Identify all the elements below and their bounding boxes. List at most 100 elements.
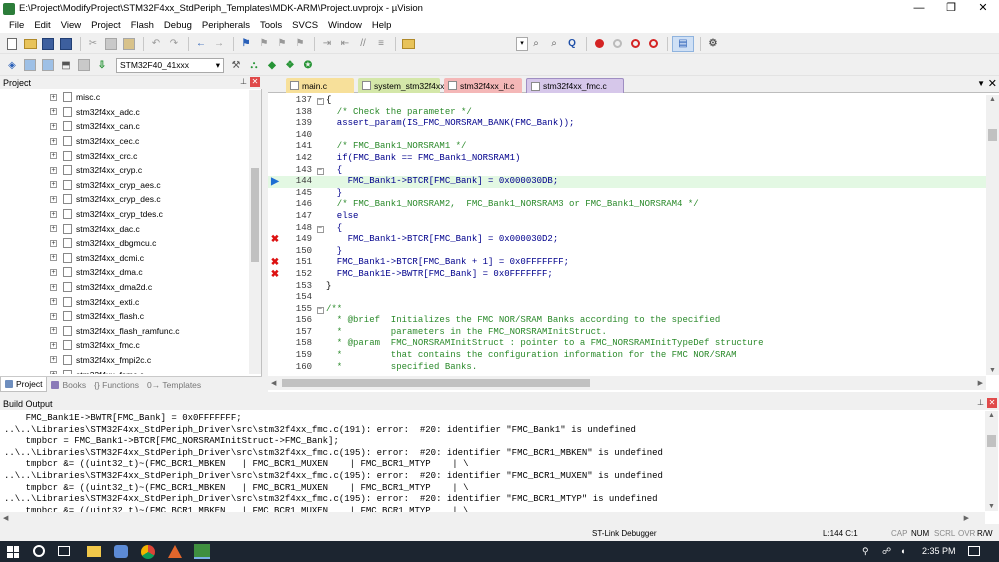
close-tab-icon[interactable]: ✕ <box>988 77 997 90</box>
tree-file-item[interactable]: + stm32f4xx_fmc.c <box>0 338 248 353</box>
kill-all-breakpoints-button[interactable] <box>645 36 661 52</box>
tree-file-item[interactable]: + stm32f4xx_dma2d.c <box>0 280 248 295</box>
tab-list-dropdown-icon[interactable]: ▼ <box>977 79 985 88</box>
tree-file-item[interactable]: + stm32f4xx_crc.c <box>0 148 248 163</box>
close-window-button[interactable]: ✕ <box>967 0 999 17</box>
tree-file-item[interactable]: + stm32f4xx_dbgmcu.c <box>0 236 248 251</box>
network-icon[interactable]: ☍ <box>882 546 891 557</box>
code-line[interactable]: 143− { <box>268 165 986 177</box>
menu-project[interactable]: Project <box>86 20 126 31</box>
indent-button[interactable]: ⇥ <box>319 36 335 52</box>
taskbar-app2-icon[interactable] <box>168 545 182 558</box>
tree-file-item[interactable]: + stm32f4xx_cec.c <box>0 134 248 149</box>
insert-breakpoint-button[interactable] <box>591 36 607 52</box>
scrollbar-thumb[interactable] <box>282 379 590 387</box>
clear-bookmarks-button[interactable]: ⚑ <box>292 36 308 52</box>
tree-file-item[interactable]: + stm32f4xx_cryp_des.c <box>0 192 248 207</box>
tab-system-stm32f4xx-c[interactable]: system_stm32f4xx.c <box>358 78 451 93</box>
copy-button[interactable] <box>103 36 119 52</box>
run-time-env-button[interactable]: ❖ <box>282 57 298 73</box>
tab-books[interactable]: Books <box>47 377 90 392</box>
scroll-down-icon[interactable]: ▼ <box>989 367 996 374</box>
expand-icon[interactable]: + <box>50 108 57 116</box>
build-button[interactable] <box>22 57 38 73</box>
window-layout-button[interactable]: ▤ <box>672 35 694 52</box>
fold-toggle-icon[interactable]: − <box>316 225 324 233</box>
code-line[interactable]: 142 if(FMC_Bank == FMC_Bank1_NORSRAM1) <box>268 153 986 165</box>
tree-file-item[interactable]: + stm32f4xx_flash.c <box>0 309 248 324</box>
cut-button[interactable]: ✂ <box>85 36 101 52</box>
expand-icon[interactable]: + <box>50 298 57 306</box>
translate-button[interactable]: ◈ <box>4 57 20 73</box>
fold-toggle-icon[interactable]: − <box>316 167 324 175</box>
new-file-button[interactable] <box>4 36 20 52</box>
scroll-down-icon[interactable]: ▼ <box>988 503 995 510</box>
code-line[interactable]: ✖ 149 FMC_Bank1->BTCR[FMC_Bank] = 0x00003… <box>268 234 986 246</box>
code-line[interactable]: 146 /* FMC_Bank1_NORSRAM2, FMC_Bank1_NOR… <box>268 199 986 211</box>
tree-file-item[interactable]: + stm32f4xx_can.c <box>0 119 248 134</box>
tab-stm32f4xx-it-c[interactable]: stm32f4xx_it.c <box>444 78 522 93</box>
tree-file-item[interactable]: + stm32f4xx_dma.c <box>0 265 248 280</box>
save-button[interactable] <box>40 36 56 52</box>
expand-icon[interactable]: + <box>50 225 57 233</box>
code-line[interactable]: 155−/** <box>268 304 986 316</box>
find-button[interactable]: ⌕ <box>528 36 544 52</box>
bookmark-button[interactable]: ⚑ <box>238 36 254 52</box>
clock[interactable]: 2:35 PM <box>922 546 956 556</box>
error-marker-icon[interactable]: ✖ <box>268 234 282 246</box>
code-line[interactable]: 139 assert_param(IS_FMC_NORSRAM_BANK(FMC… <box>268 118 986 130</box>
close-icon[interactable]: ✕ <box>250 77 260 87</box>
tab-templates[interactable]: 0→ Templates <box>143 377 205 392</box>
download-button[interactable]: ⇩ <box>94 57 110 73</box>
scroll-up-icon[interactable]: ▲ <box>989 96 996 103</box>
comment-button[interactable]: // <box>355 36 371 52</box>
menu-peripherals[interactable]: Peripherals <box>197 20 255 31</box>
search-icon[interactable] <box>33 545 45 557</box>
scrollbar-thumb[interactable] <box>251 168 259 262</box>
code-line[interactable]: 158 * @param FMC_NORSRAMInitStruct : poi… <box>268 338 986 350</box>
tree-file-item[interactable]: + stm32f4xx_cryp.c <box>0 163 248 178</box>
menu-window[interactable]: Window <box>323 20 367 31</box>
target-options-button[interactable]: ⚒ <box>228 57 244 73</box>
configure-button[interactable]: ⚙ <box>705 36 721 52</box>
expand-icon[interactable]: + <box>50 283 57 291</box>
code-line[interactable]: 156 * @brief Initializes the FMC NOR/SRA… <box>268 315 986 327</box>
debug-session-button[interactable]: Q <box>564 36 580 52</box>
incremental-find-button[interactable]: ⌕ <box>546 36 562 52</box>
paste-button[interactable] <box>121 36 137 52</box>
error-marker-icon[interactable]: ✖ <box>268 257 282 269</box>
expand-icon[interactable]: + <box>50 327 57 335</box>
code-line[interactable]: 157 * parameters in the FMC_NORSRAMInitS… <box>268 327 986 339</box>
navigate-back-button[interactable]: ← <box>193 36 209 52</box>
expand-icon[interactable]: + <box>50 356 57 364</box>
code-line[interactable]: 141 /* FMC_Bank1_NORSRAM1 */ <box>268 141 986 153</box>
task-view-icon[interactable] <box>58 546 70 556</box>
tree-file-item[interactable]: + stm32f4xx_dac.c <box>0 221 248 236</box>
select-packs-button[interactable]: ◆ <box>264 57 280 73</box>
expand-icon[interactable]: + <box>50 181 57 189</box>
tree-file-item[interactable]: + stm32f4xx_dcmi.c <box>0 251 248 266</box>
scroll-left-icon[interactable]: ◀ <box>3 514 8 522</box>
code-line[interactable]: 147 else <box>268 211 986 223</box>
code-line[interactable]: 138 /* Check the parameter */ <box>268 107 986 119</box>
minimize-button[interactable]: — <box>903 0 935 17</box>
scroll-left-icon[interactable]: ◀ <box>271 379 276 387</box>
expand-icon[interactable]: + <box>50 122 57 130</box>
find-in-files-button[interactable] <box>400 36 416 52</box>
pack-installer-button[interactable]: ✪ <box>300 57 316 73</box>
pin-icon[interactable]: ⊥ <box>977 398 984 408</box>
rebuild-button[interactable] <box>40 57 56 73</box>
expand-icon[interactable]: + <box>50 195 57 203</box>
code-line[interactable]: 137−{ <box>268 95 986 107</box>
scrollbar-thumb[interactable] <box>987 435 996 447</box>
expand-icon[interactable]: + <box>50 210 57 218</box>
stop-build-button[interactable] <box>76 57 92 73</box>
file-explorer-icon[interactable] <box>87 546 101 557</box>
tree-file-item[interactable]: + stm32f4xx_fmpi2c.c <box>0 353 248 368</box>
undo-button[interactable]: ↶ <box>148 36 164 52</box>
tab-main-c[interactable]: main.c <box>286 78 354 93</box>
windows-start-icon[interactable] <box>7 546 19 558</box>
expand-icon[interactable]: + <box>50 239 57 247</box>
tab-functions[interactable]: {} Functions <box>90 377 143 392</box>
batch-build-button[interactable]: ⬒ <box>58 57 74 73</box>
